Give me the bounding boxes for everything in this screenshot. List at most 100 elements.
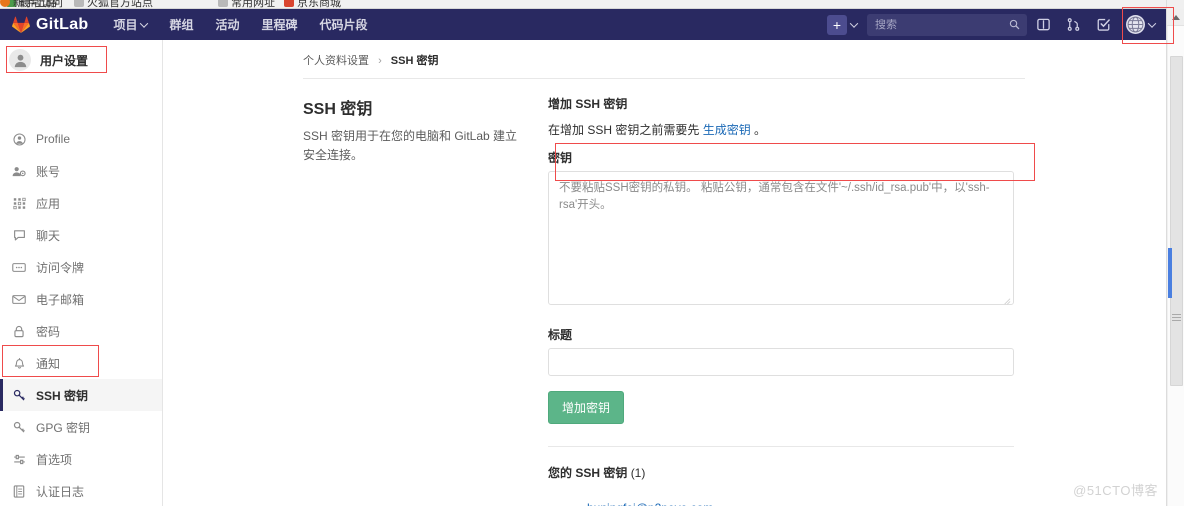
generate-key-link[interactable]: 生成密钥 bbox=[703, 123, 751, 137]
sidebar-item-account[interactable]: 账号 bbox=[0, 155, 162, 187]
nav-link-snippets[interactable]: 代码片段 bbox=[309, 8, 379, 41]
nav-link-projects[interactable]: 项目 bbox=[102, 8, 158, 41]
form-lead: 在增加 SSH 密钥之前需要先 生成密钥 。 bbox=[548, 121, 1014, 138]
section-subtitle: SSH 密钥用于在您的电脑和 GitLab 建立安全连接。 bbox=[303, 127, 518, 164]
sidebar-item-emails[interactable]: 电子邮箱 bbox=[0, 283, 162, 315]
sidebar-item-ssh-keys[interactable]: SSH 密钥 bbox=[0, 379, 162, 411]
account-icon bbox=[12, 164, 26, 178]
add-key-button[interactable]: 增加密钥 bbox=[548, 391, 624, 424]
section-title: SSH 密钥 bbox=[303, 95, 518, 119]
bookmark-item[interactable]: 新手上路 bbox=[0, 0, 57, 9]
nav-link-label: 里程碑 bbox=[262, 16, 298, 33]
sidebar-item-profile[interactable]: Profile bbox=[0, 123, 162, 155]
sidebar-header-user-settings[interactable]: 用户设置 bbox=[0, 40, 162, 80]
gitlab-logo[interactable]: GitLab bbox=[0, 16, 102, 34]
sidebar-item-auth-log[interactable]: 认证日志 bbox=[0, 475, 162, 507]
sidebar-item-label: 聊天 bbox=[36, 227, 60, 244]
sidebar-item-notifications[interactable]: 通知 bbox=[0, 347, 162, 379]
ssh-key-title[interactable]: huningfei@p2peye.com bbox=[587, 501, 856, 506]
scroll-up-button[interactable] bbox=[1167, 9, 1184, 26]
nav-link-activity[interactable]: 活动 bbox=[205, 8, 251, 41]
navbar-links: 项目 群组 活动 里程碑 代码片段 bbox=[102, 8, 378, 41]
nav-link-label: 代码片段 bbox=[320, 16, 368, 33]
profile-icon bbox=[12, 132, 26, 146]
sidebar-item-password[interactable]: 密码 bbox=[0, 315, 162, 347]
sidebar-item-preferences[interactable]: 首选项 bbox=[0, 443, 162, 475]
sidebar-item-label: 账号 bbox=[36, 163, 60, 180]
nav-link-groups[interactable]: 群组 bbox=[158, 8, 204, 41]
merge-requests-icon[interactable] bbox=[1059, 11, 1087, 39]
gitlab-brand-text: GitLab bbox=[36, 16, 88, 34]
title-input[interactable] bbox=[548, 348, 1014, 376]
chevron-down-icon bbox=[140, 19, 148, 27]
watermark: @51CTO博客 bbox=[1073, 480, 1158, 499]
list-divider bbox=[548, 446, 1014, 447]
preferences-sliders-icon bbox=[12, 452, 26, 466]
main-content: 个人资料设置 › SSH 密钥 SSH 密钥 SSH 密钥用于在您的电脑和 Gi… bbox=[163, 40, 1166, 506]
ssh-key-form-column: 增加 SSH 密钥 在增加 SSH 密钥之前需要先 生成密钥 。 密钥 标题 增… bbox=[548, 95, 1014, 506]
chat-bubble-icon bbox=[12, 228, 26, 242]
nav-link-milestones[interactable]: 里程碑 bbox=[251, 8, 309, 41]
firefox-icon bbox=[0, 0, 10, 7]
scrollbar-grip-icon bbox=[1172, 314, 1181, 322]
sidebar-item-label: 认证日志 bbox=[36, 483, 84, 500]
sidebar-item-gpg-keys[interactable]: GPG 密钥 bbox=[0, 411, 162, 443]
scrollbar-track[interactable] bbox=[1168, 26, 1184, 506]
scrollbar-thumb[interactable] bbox=[1170, 56, 1183, 386]
ssh-key-actions: 创建时间 14 minutes ago bbox=[856, 501, 1014, 506]
ssh-keys-section: SSH 密钥 SSH 密钥用于在您的电脑和 GitLab 建立安全连接。 增加 … bbox=[163, 79, 1166, 506]
page-scrollbar[interactable] bbox=[1166, 0, 1184, 506]
todos-icon[interactable] bbox=[1089, 11, 1117, 39]
sidebar-item-label: Profile bbox=[36, 132, 70, 146]
issues-icon[interactable] bbox=[1029, 11, 1057, 39]
sidebar-item-access-tokens[interactable]: 访问令牌 bbox=[0, 251, 162, 283]
key-list-heading-text: 您的 SSH 密钥 bbox=[548, 466, 627, 480]
ssh-key-row: huningfei@p2peye.com 3a:5b:b1:78:d1:ff:a… bbox=[548, 501, 1014, 506]
key-field-label: 密钥 bbox=[548, 149, 1014, 166]
sidebar-item-chat[interactable]: 聊天 bbox=[0, 219, 162, 251]
sidebar-item-label: 密码 bbox=[36, 323, 60, 340]
user-avatar-icon bbox=[9, 49, 31, 71]
breadcrumb: 个人资料设置 › SSH 密钥 bbox=[163, 40, 1166, 68]
folder-icon bbox=[74, 0, 84, 7]
folder-icon bbox=[218, 0, 228, 7]
bookmark-label: 新手上路 bbox=[13, 0, 57, 9]
new-item-button[interactable]: + bbox=[823, 15, 865, 35]
user-menu-button[interactable] bbox=[1122, 12, 1160, 37]
sidebar-item-label: 首选项 bbox=[36, 451, 72, 468]
chevron-down-icon bbox=[1148, 19, 1156, 27]
sidebar-item-label: 电子邮箱 bbox=[36, 291, 84, 308]
merge-glyph bbox=[1066, 17, 1081, 32]
triangle-up-icon bbox=[1172, 15, 1180, 20]
sidebar-item-label: SSH 密钥 bbox=[36, 387, 88, 404]
resize-handle-icon[interactable] bbox=[1002, 296, 1011, 305]
person-glyph bbox=[13, 53, 28, 68]
applications-grid-icon bbox=[12, 196, 26, 210]
search-box[interactable] bbox=[867, 14, 1027, 36]
key-input[interactable] bbox=[548, 171, 1014, 305]
sidebar-item-label: 应用 bbox=[36, 195, 60, 212]
envelope-icon bbox=[12, 292, 26, 306]
nav-link-label: 群组 bbox=[169, 16, 193, 33]
sidebar-item-applications[interactable]: 应用 bbox=[0, 187, 162, 219]
sidebar-spacer bbox=[0, 80, 162, 113]
settings-sidebar: 用户设置 Profile 账号 bbox=[0, 40, 163, 506]
breadcrumb-parent[interactable]: 个人资料设置 bbox=[303, 55, 369, 67]
scrollbar-highlight-marker bbox=[1168, 248, 1172, 298]
key-icon bbox=[12, 388, 26, 402]
form-lead-before: 在增加 SSH 密钥之前需要先 bbox=[548, 123, 703, 137]
search-icon bbox=[1009, 19, 1020, 30]
key-icon bbox=[12, 420, 26, 434]
sidebar-items: Profile 账号 应用 bbox=[0, 123, 162, 507]
issues-glyph bbox=[1036, 17, 1051, 32]
title-field-label: 标题 bbox=[548, 326, 1014, 343]
sidebar-item-label: 访问令牌 bbox=[36, 259, 84, 276]
navbar-right: + bbox=[823, 11, 1166, 39]
sidebar-header-label: 用户设置 bbox=[40, 52, 88, 69]
key-list-count: (1) bbox=[631, 466, 646, 480]
search-input[interactable] bbox=[875, 19, 1003, 31]
jd-icon bbox=[284, 0, 294, 7]
chevron-down-icon bbox=[850, 19, 858, 27]
sidebar-item-label: 通知 bbox=[36, 355, 60, 372]
log-book-icon bbox=[12, 484, 26, 498]
